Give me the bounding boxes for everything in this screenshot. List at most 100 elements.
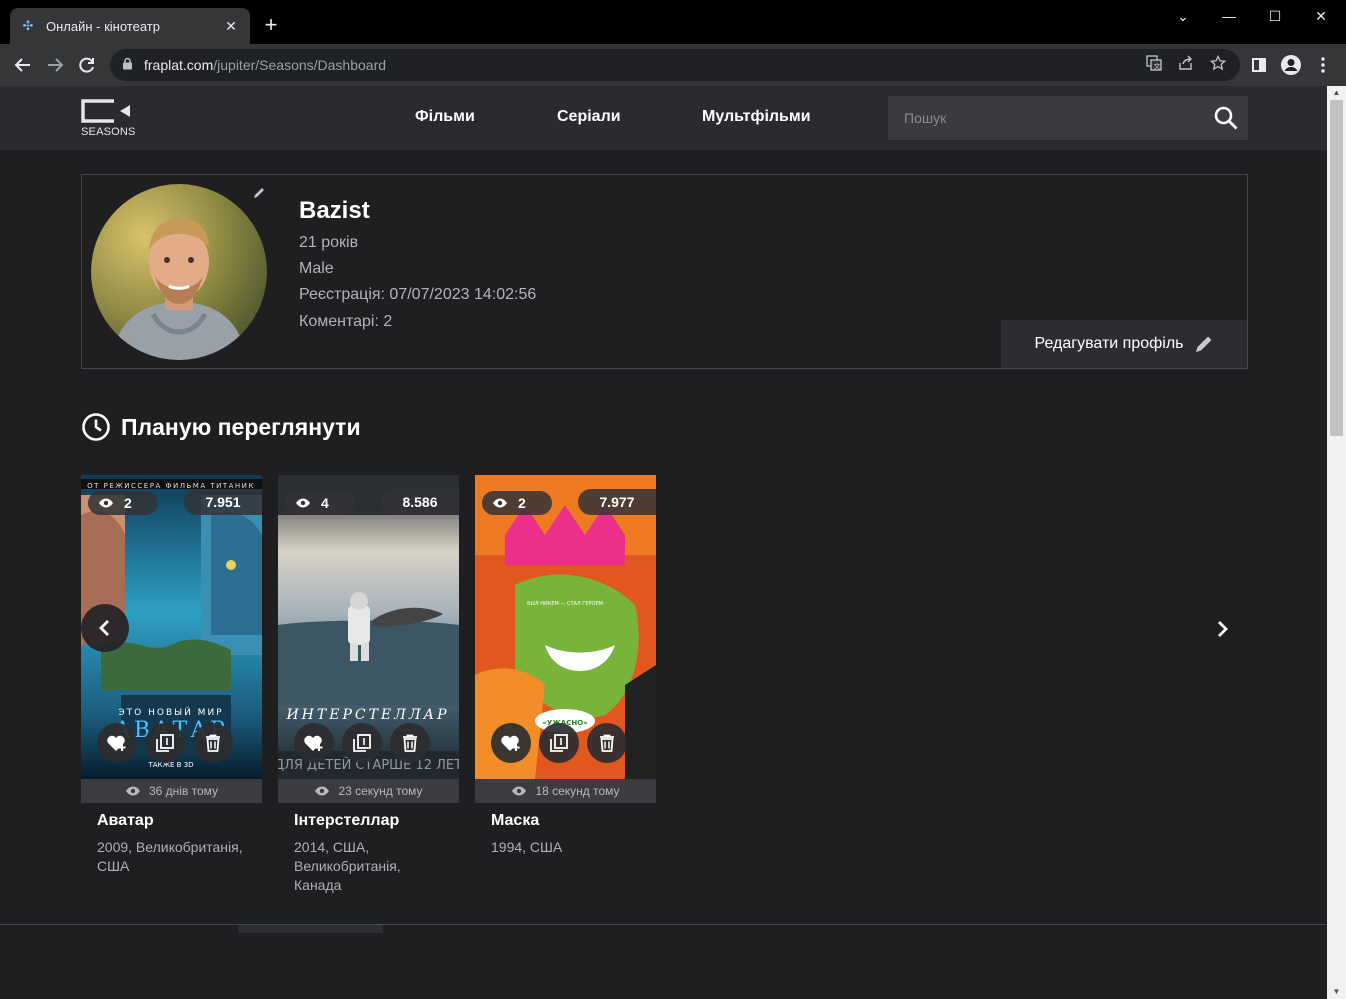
reload-icon[interactable] [74, 52, 100, 78]
watchlist-title: Планую переглянути [121, 413, 361, 440]
views-count: 2 [124, 495, 132, 511]
eye-icon [295, 498, 311, 508]
scroll-up-icon[interactable]: ▲ [1327, 86, 1346, 100]
views-badge: 4 [285, 491, 355, 515]
avatar [91, 184, 267, 360]
eye-icon [511, 786, 527, 796]
movie-meta: 2009, Великобританія, США [97, 839, 243, 874]
browser-titlebar: ✣ Онлайн - кінотеатр ✕ + ⌄ — ☐ ✕ [0, 0, 1346, 44]
eye-icon [125, 786, 141, 796]
menu-kebab-icon[interactable] [1312, 54, 1334, 76]
add-favorite-icon[interactable] [294, 723, 334, 763]
profile-age: 21 років [299, 234, 359, 251]
copy-icon[interactable] [342, 723, 382, 763]
profile-gender: Male [299, 260, 334, 277]
edit-avatar-icon[interactable] [250, 183, 268, 201]
profile-icon[interactable] [1280, 54, 1302, 76]
search-input[interactable] [888, 96, 1204, 140]
browser-tab[interactable]: ✣ Онлайн - кінотеатр ✕ [10, 8, 250, 44]
nav-cartoons[interactable]: Мультфільми [702, 108, 811, 126]
views-badge: 2 [482, 491, 552, 515]
svg-text:ИНТЕРСТЕЛЛАР: ИНТЕРСТЕЛЛАР [285, 707, 449, 723]
clock-icon [81, 412, 111, 442]
movie-title[interactable]: Аватар [81, 812, 262, 830]
chevron-left-icon [99, 620, 109, 636]
tab-favicon-icon: ✣ [22, 18, 34, 33]
tab-search-icon[interactable]: ⌄ [1160, 0, 1206, 32]
movie-title[interactable]: Інтерстеллар [278, 812, 459, 830]
footer-divider [0, 924, 1327, 925]
share-icon[interactable] [1176, 53, 1196, 73]
page-scrollbar[interactable]: ▲ ▼ [1327, 86, 1346, 999]
movie-poster[interactable]: «УЖАСНО» БЫЛ НИКЕМ — СТАЛ ГЕРОЕМ 2 7.977 [475, 475, 656, 779]
rating-badge: 8.586 [381, 489, 459, 515]
address-bar[interactable]: fraplat.com/jupiter/Seasons/Dashboard [110, 49, 1240, 81]
add-favorite-icon[interactable] [97, 723, 137, 763]
bookmark-star-icon[interactable] [1208, 53, 1228, 73]
scrollbar-thumb[interactable] [1330, 100, 1343, 436]
new-tab-icon[interactable]: + [260, 12, 282, 40]
logo-camera-icon [81, 99, 130, 123]
watched-ago: 23 секунд тому [278, 779, 459, 803]
profile-registration: Реєстрація: 07/07/2023 14:02:56 [299, 286, 537, 303]
rating-badge: 7.951 [184, 489, 262, 515]
watched-ago-text: 18 секунд тому [535, 784, 620, 798]
translate-icon[interactable]: 文 [1144, 53, 1164, 73]
side-panel-icon[interactable] [1248, 54, 1270, 76]
movie-title[interactable]: Маска [475, 812, 656, 830]
tab-close-icon[interactable]: ✕ [222, 18, 240, 35]
svg-text:文: 文 [1154, 62, 1161, 71]
svg-text:БЫЛ НИКЕМ — СТАЛ ГЕРОЕМ: БЫЛ НИКЕМ — СТАЛ ГЕРОЕМ [527, 601, 603, 607]
scroll-down-icon[interactable]: ▼ [1327, 985, 1346, 999]
maximize-icon[interactable]: ☐ [1252, 0, 1298, 32]
watched-ago: 18 секунд тому [475, 779, 656, 803]
back-icon[interactable] [10, 52, 36, 78]
tab-title: Онлайн - кінотеатр [46, 18, 160, 34]
minimize-icon[interactable]: — [1206, 0, 1252, 32]
delete-icon[interactable] [390, 723, 430, 763]
copy-icon[interactable] [539, 723, 579, 763]
site-header: SEASONS Фільми Серіали Мультфільми [0, 86, 1327, 150]
watched-ago-text: 23 секунд тому [338, 784, 423, 798]
eye-icon [314, 786, 330, 796]
eye-icon [98, 498, 114, 508]
edit-profile-label: Редагувати профіль [1034, 335, 1184, 352]
browser-toolbar: fraplat.com/jupiter/Seasons/Dashboard 文 [0, 44, 1346, 86]
movie-poster[interactable]: ИНТЕРСТЕЛЛАР ДЛЯ ДЕТЕЙ СТАРШЕ 12 ЛЕТ 4 8… [278, 475, 459, 779]
movie-meta: 2014, США, Великобританія, Канада [294, 839, 401, 893]
watched-ago-text: 36 днів тому [148, 784, 219, 798]
profile-comments: Коментарі: 2 [299, 313, 393, 330]
movie-card[interactable]: ОТ РЕЖИССЕРА ФИЛЬМА ТИТАНИК ЭТО НОВЫЙ МИ… [81, 475, 262, 876]
slider-next-button[interactable] [1205, 612, 1239, 646]
nav-series[interactable]: Серіали [557, 108, 621, 126]
views-count: 4 [321, 495, 329, 511]
watched-ago: 36 днів тому [81, 779, 262, 803]
edit-profile-button[interactable]: Редагувати профіль [1001, 320, 1247, 368]
page-viewport: SEASONS Фільми Серіали Мультфільми Пошук… [0, 86, 1327, 999]
delete-icon[interactable] [193, 723, 233, 763]
site-logo[interactable]: SEASONS [80, 98, 140, 142]
lock-icon [122, 57, 136, 73]
rating-badge: 7.977 [578, 489, 656, 515]
search-box [888, 96, 1248, 140]
footer-tab [238, 925, 383, 933]
eye-icon [492, 498, 508, 508]
views-count: 2 [518, 495, 526, 511]
movie-meta: 1994, США [491, 839, 563, 855]
add-favorite-icon[interactable] [491, 723, 531, 763]
nav-films[interactable]: Фільми [415, 108, 475, 126]
url-path: /jupiter/Seasons/Dashboard [213, 57, 387, 73]
forward-icon[interactable] [42, 52, 68, 78]
slider-prev-button[interactable] [81, 604, 129, 652]
profile-card: Bazist 21 років Male Реєстрація: 07/07/2… [81, 174, 1248, 369]
close-window-icon[interactable]: ✕ [1298, 0, 1344, 32]
watchlist-heading: Планую переглянути [81, 412, 361, 442]
movie-card[interactable]: «УЖАСНО» БЫЛ НИКЕМ — СТАЛ ГЕРОЕМ 2 7.977… [475, 475, 656, 857]
search-icon[interactable] [1204, 96, 1248, 140]
url-host: fraplat.com [144, 57, 214, 73]
pencil-icon [1194, 334, 1214, 354]
movie-card[interactable]: ИНТЕРСТЕЛЛАР ДЛЯ ДЕТЕЙ СТАРШЕ 12 ЛЕТ 4 8… [278, 475, 459, 895]
copy-icon[interactable] [145, 723, 185, 763]
delete-icon[interactable] [587, 723, 627, 763]
svg-text:ЭТО НОВЫЙ МИР: ЭТО НОВЫЙ МИР [118, 706, 223, 718]
